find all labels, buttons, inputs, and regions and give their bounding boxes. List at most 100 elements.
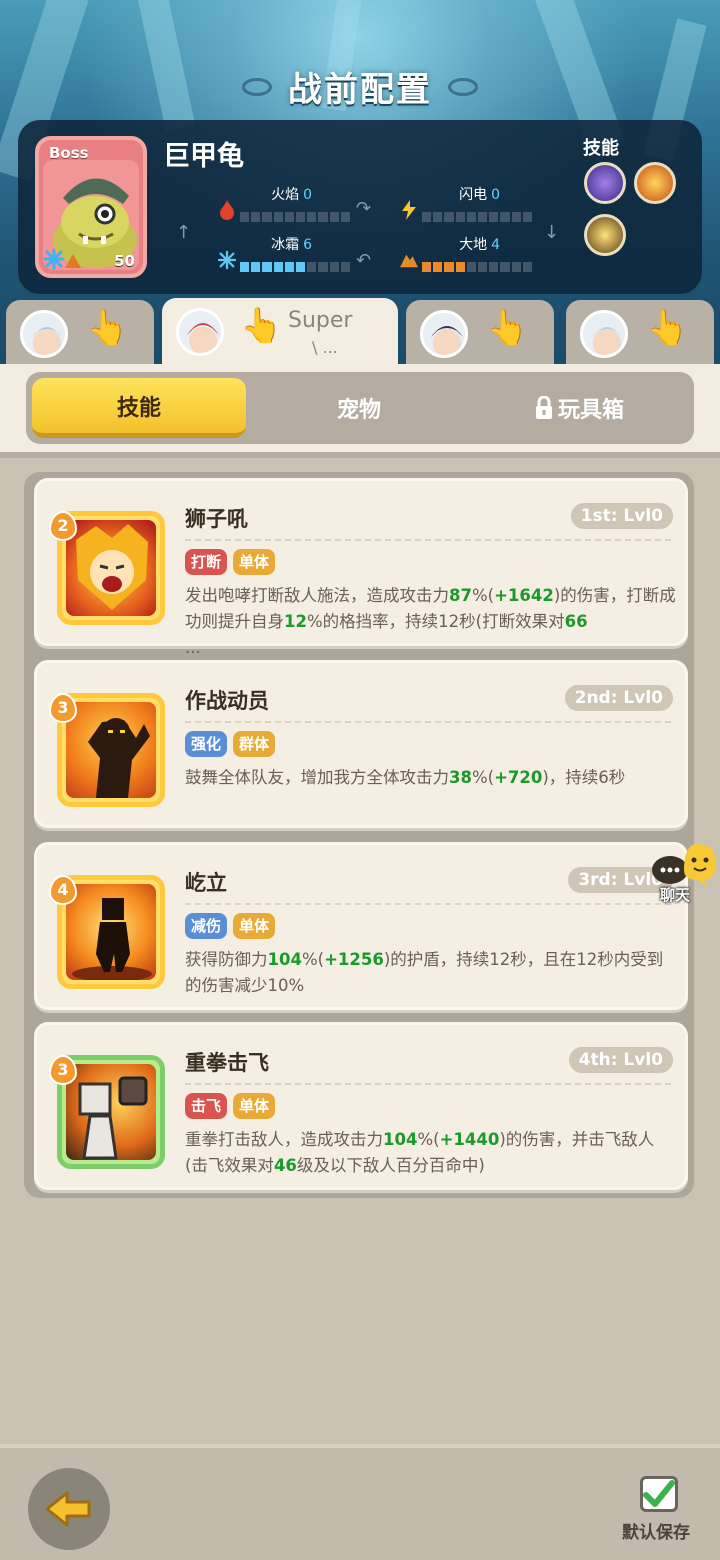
bar-segment [444, 262, 454, 272]
skill-value-highlight: 38 [449, 768, 472, 787]
skill-card-4[interactable]: 3 重拳击飞 4th: Lvl0 击飞 单体 重拳打击敌人，造成攻击力104%(… [34, 1022, 688, 1190]
bar-segment [296, 212, 306, 222]
element-fire-value: 0 [303, 187, 312, 203]
skill-tag: 单体 [233, 913, 276, 939]
bar-segment [251, 262, 261, 272]
skill-text: 重拳打击敌人，造成攻击力 [185, 1130, 383, 1149]
skill-tags: 打断 单体 [185, 549, 276, 575]
skill-tag: 打断 [185, 549, 228, 575]
lock-icon [535, 396, 552, 419]
bar-segment [522, 262, 533, 272]
back-arrow-icon [45, 1491, 91, 1527]
skill-value-highlight: +1256 [324, 950, 384, 969]
skill-value-highlight: +1642 [494, 586, 554, 605]
skill-value-highlight: +1440 [439, 1130, 500, 1149]
skill-text: %的格挡率，持续12秒(打断效果对 [306, 612, 565, 631]
bar-segment [455, 212, 465, 222]
tap-hand-icon: 👆 [240, 306, 283, 346]
hero-tab-sub: \ ... [312, 338, 338, 357]
skill-description: 重拳打击敌人，造成攻击力104%(+1440)的伤害，并击飞敌人(击飞效果对46… [185, 1127, 677, 1179]
skill-text: 发出咆哮打断敌人施法，造成攻击力 [185, 586, 449, 605]
bar-segment [329, 262, 339, 272]
boss-portrait-card[interactable]: Boss 50 [35, 136, 147, 278]
skill-value-highlight: 104 [267, 950, 302, 969]
default-save-checkbox[interactable] [640, 1476, 678, 1512]
tap-hand-icon: 👆 [86, 308, 129, 348]
tab-skills[interactable]: 技能 [32, 378, 246, 438]
default-save-label: 默认保存 [622, 1523, 690, 1543]
bar-segment [500, 262, 510, 272]
skill-value-highlight: +720 [494, 768, 543, 787]
stand-firm-icon [66, 884, 156, 980]
hero-tab-1[interactable]: 👆 [6, 300, 154, 364]
skill-tag: 击飞 [185, 1093, 228, 1119]
skill-card-3[interactable]: 4 屹立 3rd: Lvl0 减伤 单体 获得防御力104%(+1256)的护盾… [34, 842, 688, 1010]
element-earth-value: 4 [491, 237, 500, 253]
skill-text: ... [185, 638, 201, 657]
skill-card-1[interactable]: 2 狮子吼 1st: Lvl0 打断 单体 发出咆哮打断敌人施法，造成攻击力87… [34, 478, 688, 657]
bar-segment [522, 212, 533, 222]
skill-rank-badge: 3 [49, 1055, 77, 1085]
lightning-icon [402, 200, 416, 220]
skill-text: %( [471, 768, 495, 787]
tap-hand-icon: 👆 [646, 308, 689, 348]
bar-segment [329, 212, 339, 222]
skill-tag: 减伤 [185, 913, 228, 939]
boss-name: 巨甲龟 [163, 141, 244, 172]
element-fire-bar [240, 212, 351, 222]
hero-tab-4[interactable]: 👆 [566, 300, 714, 364]
skill-name: 狮子吼 [185, 507, 248, 531]
element-earth-bar [422, 262, 533, 272]
frost-element-icon [43, 248, 65, 270]
cycle-arrow-icon: ↑ [176, 222, 192, 243]
bar-segment [466, 262, 477, 272]
tab-pets[interactable]: 宠物 [252, 378, 466, 438]
cycle-arrow-icon: ↷ [356, 198, 372, 219]
skill-text: 获得防御力 [185, 950, 268, 969]
skill-value-highlight: 66 [564, 612, 588, 631]
bar-segment [240, 212, 250, 222]
boss-skill-flame-icon[interactable] [634, 162, 676, 204]
skill-tags: 击飞 单体 [185, 1093, 276, 1119]
skill-tag: 单体 [233, 549, 276, 575]
skill-tags: 减伤 单体 [185, 913, 276, 939]
hero-tab-2[interactable]: 👆 Super \ ... [162, 298, 398, 368]
bar-segment [466, 212, 477, 222]
skill-slot-badge: 1st: Lvl0 [570, 503, 673, 529]
cycle-arrow-icon: ↶ [356, 250, 372, 271]
bar-segment [318, 262, 328, 272]
skill-text: 鼓舞全体队友，增加我方全体攻击力 [185, 768, 449, 787]
skill-rank-badge: 4 [49, 875, 77, 905]
bar-segment [511, 262, 521, 272]
bar-segment [340, 212, 351, 222]
skill-text: %( [417, 1130, 440, 1149]
skill-card-2[interactable]: 3 作战动员 2nd: Lvl0 强化 群体 鼓舞全体队友，增加我方全体攻击力3… [34, 660, 688, 828]
bar-segment [500, 212, 510, 222]
hero-tab-3[interactable]: 👆 [406, 300, 554, 364]
snowflake-icon [218, 250, 236, 270]
element-frost-bar [240, 262, 351, 272]
skill-text: )，持续6秒 [542, 768, 626, 787]
element-frost-value: 6 [303, 237, 312, 253]
boss-badge: Boss [49, 144, 89, 162]
bar-segment [444, 212, 454, 222]
lion-roar-icon [66, 520, 156, 616]
skill-text: %( [471, 586, 495, 605]
boss-skill-shadow-icon[interactable] [584, 214, 626, 256]
skill-rank-badge: 3 [49, 693, 77, 723]
mountain-icon [400, 254, 418, 268]
tab-toybox[interactable]: 玩具箱 [472, 378, 686, 438]
bar-segment [273, 262, 283, 272]
skill-text: 级及以下敌人百分百命中) [296, 1156, 485, 1175]
checkmark-icon [643, 1480, 675, 1507]
bar-segment [307, 262, 317, 272]
element-lightning-bar [422, 212, 533, 222]
boss-skill-vortex-icon[interactable] [584, 162, 626, 204]
back-button[interactable] [28, 1468, 110, 1550]
skill-tag: 群体 [233, 731, 276, 757]
skill-tag: 强化 [185, 731, 228, 757]
cycle-arrow-icon: ↓ [544, 222, 560, 243]
chat-label: 聊天 [660, 886, 691, 904]
skill-slot-badge: 2nd: Lvl0 [564, 685, 673, 711]
element-earth-label: 大地 [459, 237, 488, 253]
